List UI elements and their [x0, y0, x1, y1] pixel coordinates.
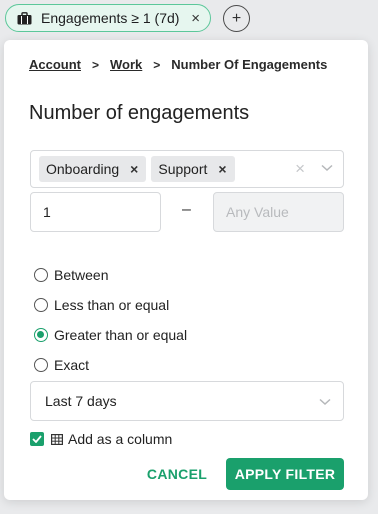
radio-label: Between — [54, 267, 109, 283]
range-to-input[interactable] — [213, 192, 344, 232]
range-separator: – — [182, 201, 191, 218]
clear-all-icon[interactable]: × — [295, 159, 305, 179]
close-icon[interactable]: × — [191, 10, 200, 27]
chevron-down-icon[interactable] — [321, 164, 333, 172]
range-from-input[interactable] — [30, 192, 161, 232]
page-title: Number of engagements — [29, 102, 250, 124]
chevron-down-icon — [319, 398, 331, 406]
breadcrumb: Account > Work > Number Of Engagements — [29, 57, 327, 72]
radio-label: Exact — [54, 357, 90, 373]
add-column-checkbox[interactable] — [30, 432, 44, 446]
filter-panel: Account > Work > Number Of Engagements N… — [4, 40, 368, 500]
briefcase-icon — [17, 11, 32, 24]
tag-support: Support × — [151, 156, 235, 182]
radio-label: Greater than or equal — [54, 327, 188, 343]
table-icon — [51, 433, 63, 445]
tag-label: Support — [158, 161, 208, 177]
breadcrumb-current: Number Of Engagements — [171, 57, 328, 72]
checkmark-icon — [32, 435, 42, 443]
radio-option-exact[interactable]: Exact — [34, 350, 187, 380]
radio-button[interactable] — [34, 298, 48, 312]
filter-chip-label: Engagements ≥ 1 (7d) — [41, 10, 180, 26]
tag-onboarding: Onboarding × — [39, 156, 147, 182]
add-filter-button[interactable]: + — [223, 5, 250, 32]
add-column-label: Add as a column — [68, 431, 173, 447]
radio-option-greater-than-or-equal[interactable]: Greater than or equal — [34, 320, 187, 350]
tag-label: Onboarding — [46, 161, 120, 177]
breadcrumb-separator: > — [153, 57, 161, 72]
remove-tag-icon[interactable]: × — [130, 161, 138, 177]
remove-tag-icon[interactable]: × — [218, 161, 226, 177]
apply-filter-button[interactable]: APPLY FILTER — [226, 458, 344, 490]
breadcrumb-account[interactable]: Account — [29, 57, 81, 72]
time-period-value: Last 7 days — [45, 393, 117, 409]
time-period-select[interactable]: Last 7 days — [30, 381, 344, 421]
breadcrumb-separator: > — [92, 57, 100, 72]
radio-option-between[interactable]: Between — [34, 260, 187, 290]
radio-button[interactable] — [34, 268, 48, 282]
segment-multiselect[interactable]: Onboarding × Support × × — [30, 150, 344, 188]
cancel-button[interactable]: CANCEL — [137, 458, 217, 490]
operator-radio-group: Between Less than or equal Greater than … — [34, 260, 187, 380]
radio-option-less-than-or-equal[interactable]: Less than or equal — [34, 290, 187, 320]
radio-button-selected[interactable] — [34, 328, 48, 342]
radio-button[interactable] — [34, 358, 48, 372]
add-as-column-option[interactable]: Add as a column — [30, 431, 172, 447]
radio-label: Less than or equal — [54, 297, 170, 313]
active-filter-chip[interactable]: Engagements ≥ 1 (7d) × — [5, 4, 211, 32]
breadcrumb-work[interactable]: Work — [110, 57, 142, 72]
